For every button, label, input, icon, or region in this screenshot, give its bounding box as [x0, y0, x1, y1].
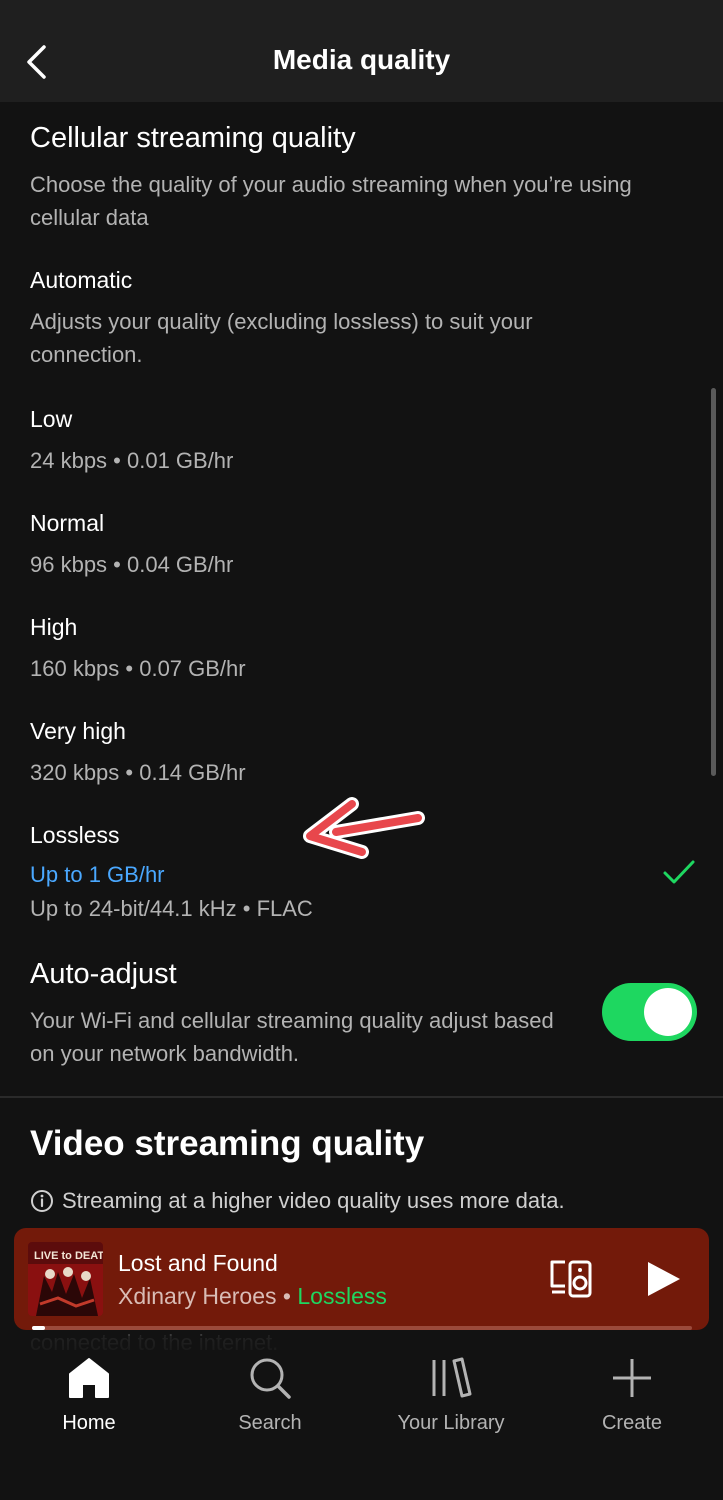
auto-adjust-description: Your Wi-Fi and cellular streaming qualit… [30, 1008, 554, 1066]
option-label: High [30, 614, 78, 640]
option-description: Adjusts your quality (excluding lossless… [30, 309, 533, 367]
playback-progress-bar[interactable] [32, 1326, 692, 1330]
library-icon [432, 1357, 472, 1398]
option-label: Low [30, 406, 73, 432]
search-icon [250, 1358, 291, 1399]
separator-dot: • [282, 1283, 291, 1309]
track-quality-badge: Lossless [297, 1283, 387, 1309]
option-label: Lossless [30, 822, 120, 848]
nav-search-label: Search [238, 1412, 302, 1434]
plus-icon [613, 1359, 651, 1397]
video-info-text: Streaming at a higher video quality uses… [62, 1188, 565, 1213]
page-title: Media quality [272, 44, 451, 75]
info-icon [31, 1190, 53, 1212]
option-label: Automatic [30, 267, 133, 293]
option-detail: Up to 24-bit/44.1 kHz • FLAC [30, 896, 313, 921]
cellular-section-title: Cellular streaming quality [30, 122, 356, 154]
quality-option-low[interactable]: Low 24 kbps • 0.01 GB/hr [0, 392, 723, 488]
nav-library[interactable]: Your Library [381, 1356, 521, 1446]
connect-device-icon[interactable] [548, 1258, 594, 1300]
annotation-arrow-icon [303, 797, 425, 859]
header-bar: Media quality [0, 0, 723, 102]
quality-option-normal[interactable]: Normal 96 kbps • 0.04 GB/hr [0, 496, 723, 592]
quality-option-very-high[interactable]: Very high 320 kbps • 0.14 GB/hr [0, 704, 723, 800]
check-icon [663, 860, 695, 884]
playback-progress-fill [32, 1326, 46, 1330]
nav-create[interactable]: Create [562, 1356, 702, 1446]
nav-home-label: Home [62, 1412, 116, 1434]
nav-home[interactable]: Home [19, 1356, 159, 1446]
video-section-title: Video streaming quality [30, 1124, 425, 1163]
option-detail: 160 kbps • 0.07 GB/hr [30, 656, 246, 681]
section-divider [0, 1096, 723, 1098]
svg-text:LIVE to DEATH: LIVE to DEATH [34, 1250, 103, 1262]
media-quality-screen: Media quality Cellular streaming quality… [0, 0, 723, 1500]
cellular-section-description: Choose the quality of your audio streami… [30, 172, 632, 230]
bottom-nav: Home Search Your Library Create [0, 1336, 723, 1500]
mini-player[interactable]: LIVE to DEATH Lost and Found Xdinary Her… [14, 1228, 709, 1330]
auto-adjust-title: Auto-adjust [30, 958, 177, 990]
home-icon [69, 1358, 109, 1398]
track-subtitle: Xdinary Heroes • Lossless [118, 1283, 387, 1310]
nav-library-label: Your Library [397, 1412, 505, 1434]
video-info-row: Streaming at a higher video quality uses… [30, 1186, 565, 1216]
quality-option-automatic[interactable]: Automatic Adjusts your quality (excludin… [0, 255, 723, 375]
play-icon[interactable] [644, 1260, 682, 1298]
track-artist: Xdinary Heroes [118, 1283, 277, 1309]
quality-option-high[interactable]: High 160 kbps • 0.07 GB/hr [0, 600, 723, 696]
nav-create-label: Create [601, 1412, 663, 1434]
album-art: LIVE to DEATH [28, 1242, 103, 1316]
option-detail: 320 kbps • 0.14 GB/hr [30, 760, 246, 785]
scrollbar[interactable] [711, 388, 716, 776]
auto-adjust-toggle[interactable] [602, 983, 697, 1041]
option-accent-detail: Up to 1 GB/hr [30, 862, 165, 887]
nav-search[interactable]: Search [200, 1356, 340, 1446]
toggle-knob [644, 988, 692, 1036]
option-label: Normal [30, 510, 105, 536]
option-label: Very high [30, 718, 126, 744]
option-detail: 24 kbps • 0.01 GB/hr [30, 448, 234, 473]
track-title: Lost and Found [118, 1250, 278, 1276]
option-detail: 96 kbps • 0.04 GB/hr [30, 552, 234, 577]
